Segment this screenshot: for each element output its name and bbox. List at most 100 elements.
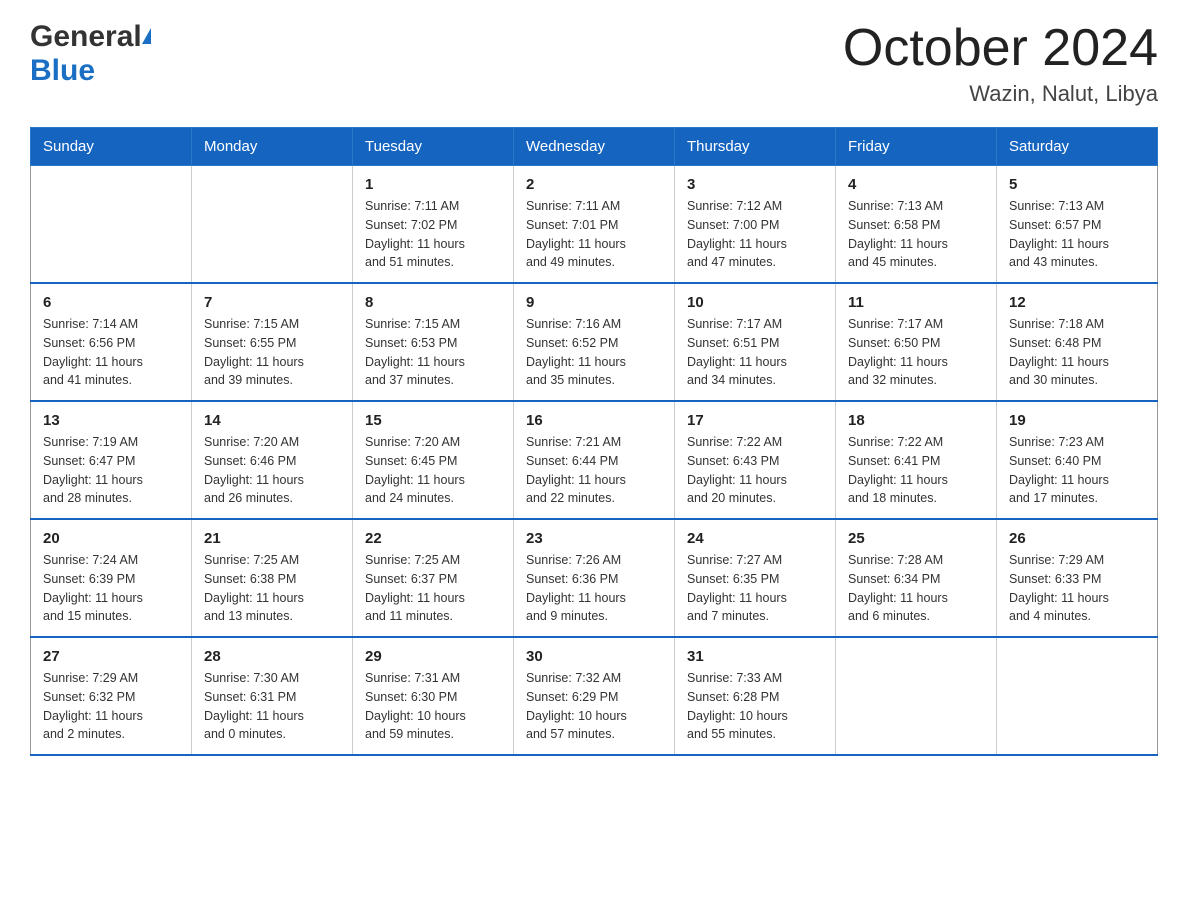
day-number: 31 — [687, 648, 823, 665]
logo-general: General — [30, 20, 142, 54]
day-info: Sunrise: 7:15 AM Sunset: 6:55 PM Dayligh… — [204, 315, 340, 390]
calendar-cell: 21 Sunrise: 7:25 AM Sunset: 6:38 PM Dayli… — [192, 519, 353, 637]
day-number: 3 — [687, 176, 823, 193]
day-number: 26 — [1009, 530, 1145, 547]
month-title: October 2024 — [843, 20, 1158, 77]
calendar-cell: 19 Sunrise: 7:23 AM Sunset: 6:40 PM Dayli… — [997, 401, 1158, 519]
calendar-header-thursday: Thursday — [675, 128, 836, 166]
day-info: Sunrise: 7:20 AM Sunset: 6:46 PM Dayligh… — [204, 433, 340, 508]
day-info: Sunrise: 7:24 AM Sunset: 6:39 PM Dayligh… — [43, 551, 179, 626]
day-info: Sunrise: 7:20 AM Sunset: 6:45 PM Dayligh… — [365, 433, 501, 508]
day-number: 15 — [365, 412, 501, 429]
day-info: Sunrise: 7:26 AM Sunset: 6:36 PM Dayligh… — [526, 551, 662, 626]
day-number: 11 — [848, 294, 984, 311]
day-number: 22 — [365, 530, 501, 547]
calendar-cell: 13 Sunrise: 7:19 AM Sunset: 6:47 PM Dayli… — [31, 401, 192, 519]
day-info: Sunrise: 7:13 AM Sunset: 6:57 PM Dayligh… — [1009, 197, 1145, 272]
day-info: Sunrise: 7:19 AM Sunset: 6:47 PM Dayligh… — [43, 433, 179, 508]
day-info: Sunrise: 7:33 AM Sunset: 6:28 PM Dayligh… — [687, 669, 823, 744]
day-info: Sunrise: 7:18 AM Sunset: 6:48 PM Dayligh… — [1009, 315, 1145, 390]
day-number: 20 — [43, 530, 179, 547]
logo-triangle-icon — [142, 28, 151, 44]
location-title: Wazin, Nalut, Libya — [843, 81, 1158, 107]
calendar-cell: 5Sunrise: 7:13 AM Sunset: 6:57 PM Daylig… — [997, 166, 1158, 284]
calendar-cell: 12Sunrise: 7:18 AM Sunset: 6:48 PM Dayli… — [997, 283, 1158, 401]
calendar-cell — [31, 166, 192, 284]
calendar-cell: 26 Sunrise: 7:29 AM Sunset: 6:33 PM Dayli… — [997, 519, 1158, 637]
day-number: 4 — [848, 176, 984, 193]
calendar-header-sunday: Sunday — [31, 128, 192, 166]
calendar-header-wednesday: Wednesday — [514, 128, 675, 166]
day-number: 2 — [526, 176, 662, 193]
calendar-week-row: 27 Sunrise: 7:29 AM Sunset: 6:32 PM Dayli… — [31, 637, 1158, 755]
day-number: 13 — [43, 412, 179, 429]
calendar-cell: 22 Sunrise: 7:25 AM Sunset: 6:37 PM Dayli… — [353, 519, 514, 637]
day-info: Sunrise: 7:29 AM Sunset: 6:32 PM Dayligh… — [43, 669, 179, 744]
calendar-cell: 16Sunrise: 7:21 AM Sunset: 6:44 PM Dayli… — [514, 401, 675, 519]
calendar-cell: 23 Sunrise: 7:26 AM Sunset: 6:36 PM Dayli… — [514, 519, 675, 637]
calendar-cell: 27 Sunrise: 7:29 AM Sunset: 6:32 PM Dayli… — [31, 637, 192, 755]
day-info: Sunrise: 7:23 AM Sunset: 6:40 PM Dayligh… — [1009, 433, 1145, 508]
day-number: 21 — [204, 530, 340, 547]
day-number: 18 — [848, 412, 984, 429]
calendar-cell — [836, 637, 997, 755]
calendar-week-row: 6Sunrise: 7:14 AM Sunset: 6:56 PM Daylig… — [31, 283, 1158, 401]
day-number: 17 — [687, 412, 823, 429]
day-info: Sunrise: 7:25 AM Sunset: 6:38 PM Dayligh… — [204, 551, 340, 626]
title-area: October 2024 Wazin, Nalut, Libya — [843, 20, 1158, 107]
day-number: 27 — [43, 648, 179, 665]
day-info: Sunrise: 7:12 AM Sunset: 7:00 PM Dayligh… — [687, 197, 823, 272]
day-number: 23 — [526, 530, 662, 547]
day-number: 9 — [526, 294, 662, 311]
calendar-week-row: 20 Sunrise: 7:24 AM Sunset: 6:39 PM Dayli… — [31, 519, 1158, 637]
calendar-cell: 15 Sunrise: 7:20 AM Sunset: 6:45 PM Dayli… — [353, 401, 514, 519]
day-number: 30 — [526, 648, 662, 665]
day-number: 19 — [1009, 412, 1145, 429]
calendar-header-tuesday: Tuesday — [353, 128, 514, 166]
calendar-cell: 25Sunrise: 7:28 AM Sunset: 6:34 PM Dayli… — [836, 519, 997, 637]
calendar-header-friday: Friday — [836, 128, 997, 166]
day-info: Sunrise: 7:25 AM Sunset: 6:37 PM Dayligh… — [365, 551, 501, 626]
calendar-cell: 9 Sunrise: 7:16 AM Sunset: 6:52 PM Daylig… — [514, 283, 675, 401]
logo: General Blue — [30, 20, 151, 88]
calendar-cell: 6Sunrise: 7:14 AM Sunset: 6:56 PM Daylig… — [31, 283, 192, 401]
day-number: 24 — [687, 530, 823, 547]
calendar-cell: 10 Sunrise: 7:17 AM Sunset: 6:51 PM Dayli… — [675, 283, 836, 401]
calendar-cell: 20 Sunrise: 7:24 AM Sunset: 6:39 PM Dayli… — [31, 519, 192, 637]
day-number: 8 — [365, 294, 501, 311]
calendar-cell: 14 Sunrise: 7:20 AM Sunset: 6:46 PM Dayli… — [192, 401, 353, 519]
calendar-cell: 29Sunrise: 7:31 AM Sunset: 6:30 PM Dayli… — [353, 637, 514, 755]
calendar-cell: 3 Sunrise: 7:12 AM Sunset: 7:00 PM Daylig… — [675, 166, 836, 284]
day-info: Sunrise: 7:11 AM Sunset: 7:01 PM Dayligh… — [526, 197, 662, 272]
day-number: 14 — [204, 412, 340, 429]
day-info: Sunrise: 7:21 AM Sunset: 6:44 PM Dayligh… — [526, 433, 662, 508]
day-info: Sunrise: 7:22 AM Sunset: 6:43 PM Dayligh… — [687, 433, 823, 508]
calendar-header-row: SundayMondayTuesdayWednesdayThursdayFrid… — [31, 128, 1158, 166]
day-number: 1 — [365, 176, 501, 193]
calendar-cell: 1Sunrise: 7:11 AM Sunset: 7:02 PM Daylig… — [353, 166, 514, 284]
day-info: Sunrise: 7:32 AM Sunset: 6:29 PM Dayligh… — [526, 669, 662, 744]
calendar-cell: 2 Sunrise: 7:11 AM Sunset: 7:01 PM Daylig… — [514, 166, 675, 284]
calendar-cell — [192, 166, 353, 284]
day-info: Sunrise: 7:17 AM Sunset: 6:51 PM Dayligh… — [687, 315, 823, 390]
calendar-cell — [997, 637, 1158, 755]
calendar-cell: 31 Sunrise: 7:33 AM Sunset: 6:28 PM Dayli… — [675, 637, 836, 755]
calendar-header-saturday: Saturday — [997, 128, 1158, 166]
calendar-cell: 17 Sunrise: 7:22 AM Sunset: 6:43 PM Dayli… — [675, 401, 836, 519]
day-number: 6 — [43, 294, 179, 311]
day-number: 28 — [204, 648, 340, 665]
day-info: Sunrise: 7:27 AM Sunset: 6:35 PM Dayligh… — [687, 551, 823, 626]
day-info: Sunrise: 7:16 AM Sunset: 6:52 PM Dayligh… — [526, 315, 662, 390]
day-info: Sunrise: 7:29 AM Sunset: 6:33 PM Dayligh… — [1009, 551, 1145, 626]
calendar-cell: 18 Sunrise: 7:22 AM Sunset: 6:41 PM Dayli… — [836, 401, 997, 519]
day-info: Sunrise: 7:22 AM Sunset: 6:41 PM Dayligh… — [848, 433, 984, 508]
calendar-cell: 7Sunrise: 7:15 AM Sunset: 6:55 PM Daylig… — [192, 283, 353, 401]
calendar-cell: 4 Sunrise: 7:13 AM Sunset: 6:58 PM Daylig… — [836, 166, 997, 284]
day-info: Sunrise: 7:30 AM Sunset: 6:31 PM Dayligh… — [204, 669, 340, 744]
day-number: 25 — [848, 530, 984, 547]
day-info: Sunrise: 7:31 AM Sunset: 6:30 PM Dayligh… — [365, 669, 501, 744]
day-info: Sunrise: 7:13 AM Sunset: 6:58 PM Dayligh… — [848, 197, 984, 272]
calendar-cell: 8Sunrise: 7:15 AM Sunset: 6:53 PM Daylig… — [353, 283, 514, 401]
day-info: Sunrise: 7:17 AM Sunset: 6:50 PM Dayligh… — [848, 315, 984, 390]
day-number: 10 — [687, 294, 823, 311]
